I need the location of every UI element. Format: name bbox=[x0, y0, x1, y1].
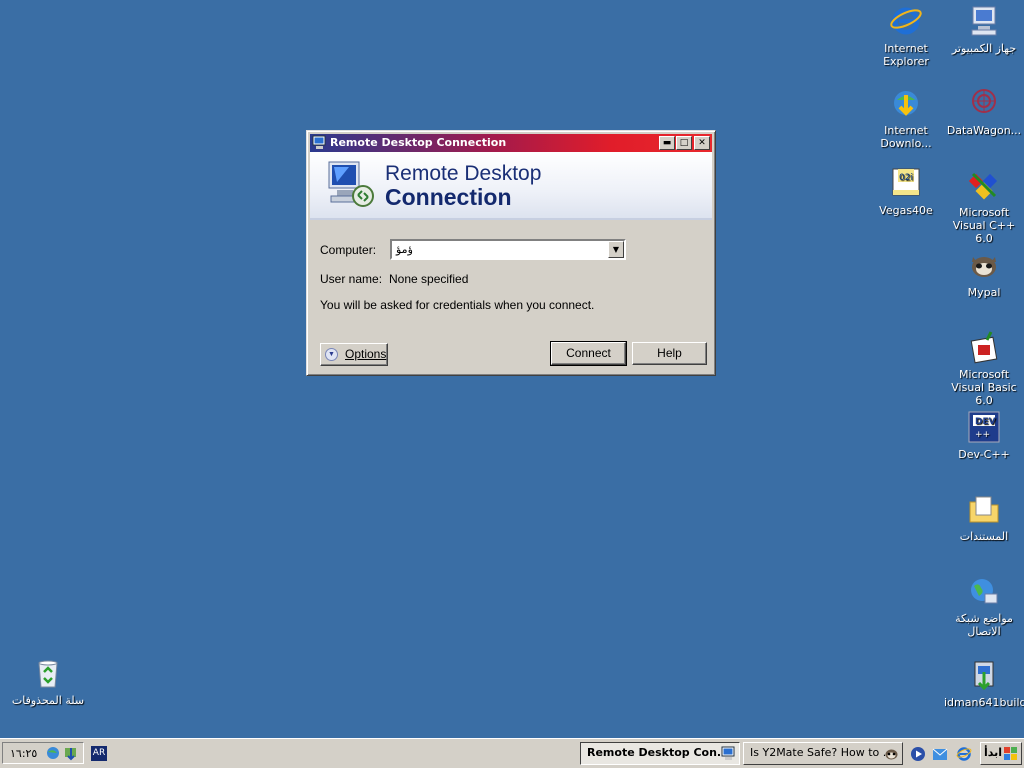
desktop-icon-internet-explorer[interactable]: Internet Explorer bbox=[866, 4, 946, 68]
maximize-icon: □ bbox=[679, 138, 689, 148]
svg-text:++: ++ bbox=[975, 430, 990, 440]
expand-down-icon: ▼ bbox=[325, 348, 338, 361]
desktop-icon-label: Dev-C++ bbox=[958, 448, 1010, 461]
desktop-icon-datawagon[interactable]: DataWagon... bbox=[944, 86, 1024, 137]
desktop-icon-recycle-bin[interactable]: سلة المحذوفات bbox=[8, 656, 88, 707]
internet-explorer-icon bbox=[889, 4, 923, 38]
desktop-icon-visual-basic[interactable]: Microsoft Visual Basic 6.0 bbox=[944, 330, 1024, 407]
recycle-bin-icon bbox=[31, 656, 65, 690]
username-value: None specified bbox=[389, 272, 469, 286]
start-button[interactable]: ابدأ bbox=[980, 742, 1022, 765]
banner-title-line1: Remote Desktop bbox=[385, 162, 542, 185]
internet-explorer-icon[interactable] bbox=[956, 746, 972, 765]
my-documents-icon bbox=[967, 492, 1001, 526]
svg-text:DEV: DEV bbox=[975, 417, 996, 427]
connect-button[interactable]: Connect bbox=[550, 341, 627, 366]
banner-title-line2: Connection bbox=[385, 184, 512, 210]
minimize-icon: ▬ bbox=[662, 138, 672, 148]
taskbar: ١٦:٢٥ AR Remote Desktop Con... Is Y2Mate… bbox=[0, 738, 1024, 768]
close-icon: ✕ bbox=[698, 138, 706, 148]
dialog-banner: Remote Desktop Connection bbox=[310, 152, 712, 220]
desktop-icon-mypal[interactable]: Mypal bbox=[944, 248, 1024, 299]
options-button[interactable]: ▼ Options bbox=[320, 343, 388, 366]
desktop-icon-label: Internet Explorer bbox=[883, 42, 929, 68]
taskbar-button-label: Is Y2Mate Safe? How to ... bbox=[750, 746, 894, 759]
desktop-icon-label: Microsoft Visual C++ 6.0 bbox=[952, 206, 1016, 245]
remote-desktop-dialog: Remote Desktop Connection ▬ □ ✕ Remote D… bbox=[306, 130, 716, 376]
desktop-icon-label: Vegas40e bbox=[879, 204, 933, 217]
desktop-icon-vegas[interactable]: 02i Vegas40e bbox=[866, 166, 946, 217]
idm-tray-icon[interactable] bbox=[63, 745, 79, 764]
mypal-icon bbox=[967, 248, 1001, 282]
desktop-icon-label: مواضع شبكة الاتصال bbox=[955, 612, 1013, 638]
outlook-express-icon[interactable] bbox=[932, 746, 948, 765]
taskbar-button-browser[interactable]: Is Y2Mate Safe? How to ... bbox=[743, 742, 903, 765]
desktop-icon-label: Microsoft Visual Basic 6.0 bbox=[951, 368, 1017, 407]
desktop-icon-dev-cpp[interactable]: DEV ++ Dev-C++ bbox=[944, 410, 1024, 461]
credentials-note: You will be asked for credentials when y… bbox=[320, 298, 595, 312]
media-player-icon[interactable] bbox=[910, 746, 926, 765]
network-tray-icon[interactable] bbox=[45, 745, 61, 764]
remote-desktop-icon bbox=[312, 135, 327, 150]
close-button[interactable]: ✕ bbox=[694, 136, 710, 150]
windows-logo-icon bbox=[1003, 746, 1018, 768]
desktop-icon-label: idman641build2 bbox=[944, 696, 1024, 709]
network-places-icon bbox=[967, 574, 1001, 608]
system-tray: ١٦:٢٥ bbox=[2, 742, 84, 764]
desktop-icon-label: جهاز الكمبيوتر bbox=[951, 42, 1017, 55]
desktop-icon-label: المستندات bbox=[959, 530, 1009, 543]
computer-label: Computer: bbox=[320, 243, 377, 257]
chevron-down-icon: ▼ bbox=[612, 245, 620, 254]
dialog-title: Remote Desktop Connection bbox=[330, 136, 507, 149]
my-computer-icon bbox=[967, 4, 1001, 38]
mypal-icon bbox=[884, 746, 899, 764]
desktop-icon-network-places[interactable]: مواضع شبكة الاتصال bbox=[944, 574, 1024, 638]
dev-cpp-icon: DEV ++ bbox=[967, 410, 1001, 444]
remote-desktop-icon bbox=[721, 746, 736, 764]
desktop-icon-internet-download-manager[interactable]: Internet Downlo... bbox=[866, 86, 946, 150]
idm-installer-icon bbox=[967, 658, 1001, 692]
desktop-icon-label: Internet Downlo... bbox=[880, 124, 932, 150]
connect-label: Connect bbox=[566, 346, 611, 360]
desktop-icon-label: Mypal bbox=[967, 286, 1001, 299]
computer-combobox[interactable]: ؤمؤ ▼ bbox=[390, 239, 626, 260]
dialog-titlebar[interactable]: Remote Desktop Connection ▬ □ ✕ bbox=[310, 134, 712, 152]
desktop-icon-label: سلة المحذوفات bbox=[11, 694, 85, 707]
maximize-button[interactable]: □ bbox=[676, 136, 692, 150]
computer-value[interactable]: ؤمؤ bbox=[396, 243, 413, 256]
desktop-icon-my-computer[interactable]: جهاز الكمبيوتر bbox=[944, 4, 1024, 55]
desktop-icon-idm-installer[interactable]: idman641build2 bbox=[944, 658, 1024, 709]
help-label: Help bbox=[657, 346, 682, 360]
vegas-icon: 02i bbox=[889, 166, 923, 200]
start-label: ابدأ bbox=[984, 746, 1003, 759]
visual-basic-icon bbox=[967, 330, 1001, 364]
username-label: User name: bbox=[320, 272, 383, 286]
taskbar-button-label: Remote Desktop Con... bbox=[587, 746, 730, 759]
remote-desktop-logo-icon bbox=[325, 160, 377, 213]
desktop-icon-visual-cpp[interactable]: Microsoft Visual C++ 6.0 bbox=[944, 168, 1024, 245]
options-label: Options bbox=[345, 347, 387, 361]
help-button[interactable]: Help bbox=[632, 342, 707, 365]
datawagon-icon bbox=[967, 86, 1001, 120]
desktop-icon-label: DataWagon... bbox=[946, 124, 1022, 137]
visual-cpp-icon bbox=[967, 168, 1001, 202]
clock[interactable]: ١٦:٢٥ bbox=[10, 747, 37, 760]
desktop-icon-my-documents[interactable]: المستندات bbox=[944, 492, 1024, 543]
minimize-button[interactable]: ▬ bbox=[659, 136, 675, 150]
taskbar-button-remote-desktop[interactable]: Remote Desktop Con... bbox=[580, 742, 740, 765]
computer-dropdown-button[interactable]: ▼ bbox=[608, 241, 624, 258]
internet-download-manager-icon bbox=[889, 86, 923, 120]
language-indicator[interactable]: AR bbox=[91, 746, 107, 761]
svg-text:02i: 02i bbox=[899, 173, 913, 183]
